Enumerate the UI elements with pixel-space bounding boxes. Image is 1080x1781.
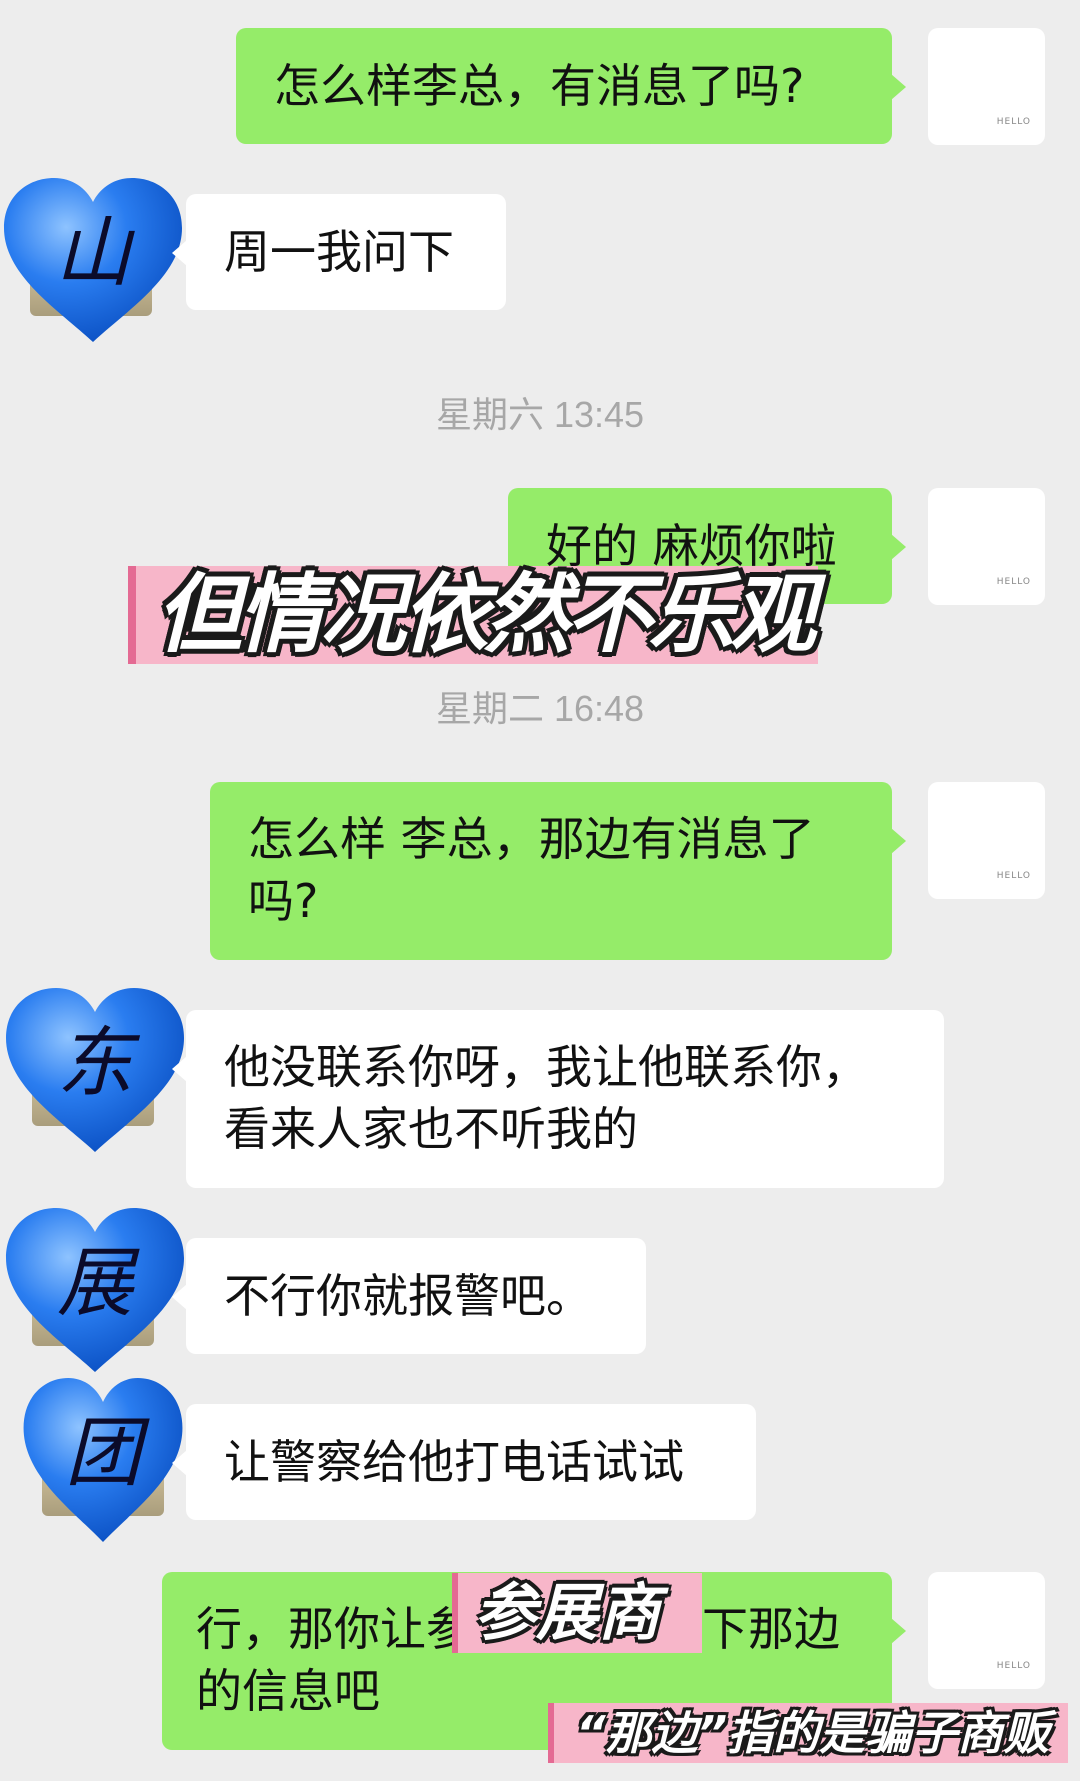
avatar-hello-text: HELLO [996,577,1031,587]
avatar-glyph: 团 [65,1408,141,1497]
video-caption-overlay: “那边”指的是骗子商贩 [548,1703,1068,1763]
video-caption-overlay: 参展商 [452,1573,702,1653]
sent-message-bubble[interactable]: 怎么样 李总，那边有消息了吗? [210,782,906,960]
avatar-glyph: 山 [55,208,131,297]
message-text: 怎么样李总，有消息了吗? [274,59,805,113]
avatar-glyph: 展 [57,1238,133,1327]
message-text: 怎么样 李总，那边有消息了吗? [248,812,815,928]
contact-avatar[interactable]: 展 [2,1206,188,1376]
contact-avatar[interactable]: 山 [0,176,186,346]
my-avatar[interactable]: HELLO [928,1572,1045,1689]
timestamp: 星期二 16:48 [435,688,645,729]
message-text: 他没联系你呀，我让他联系你，看来人家也不听我的 [224,1040,868,1156]
video-caption-overlay: 但情况依然不乐观 [128,566,818,664]
my-avatar[interactable]: HELLO [928,28,1045,145]
my-avatar[interactable]: HELLO [928,782,1045,899]
message-text: 不行你就报警吧。 [224,1269,592,1323]
avatar-hello-text: HELLO [996,871,1031,881]
received-message-bubble[interactable]: 他没联系你呀，我让他联系你，看来人家也不听我的 [172,1010,944,1188]
timestamp: 星期六 13:45 [435,394,645,435]
avatar-hello-text: HELLO [996,117,1031,127]
message-text: 让警察给他打电话试试 [224,1435,684,1489]
my-avatar[interactable]: HELLO [928,488,1045,605]
contact-avatar[interactable]: 东 [2,986,188,1156]
received-message-bubble[interactable]: 周一我问下 [172,194,506,310]
received-message-bubble[interactable]: 让警察给他打电话试试 [172,1404,756,1520]
sent-message-bubble[interactable]: 怎么样李总，有消息了吗? [236,28,906,144]
avatar-hello-text: HELLO [996,1661,1031,1671]
received-message-bubble[interactable]: 不行你就报警吧。 [172,1238,646,1354]
message-text: 周一我问下 [224,225,454,279]
avatar-glyph: 东 [57,1018,133,1107]
contact-avatar[interactable]: 团 [20,1376,186,1546]
